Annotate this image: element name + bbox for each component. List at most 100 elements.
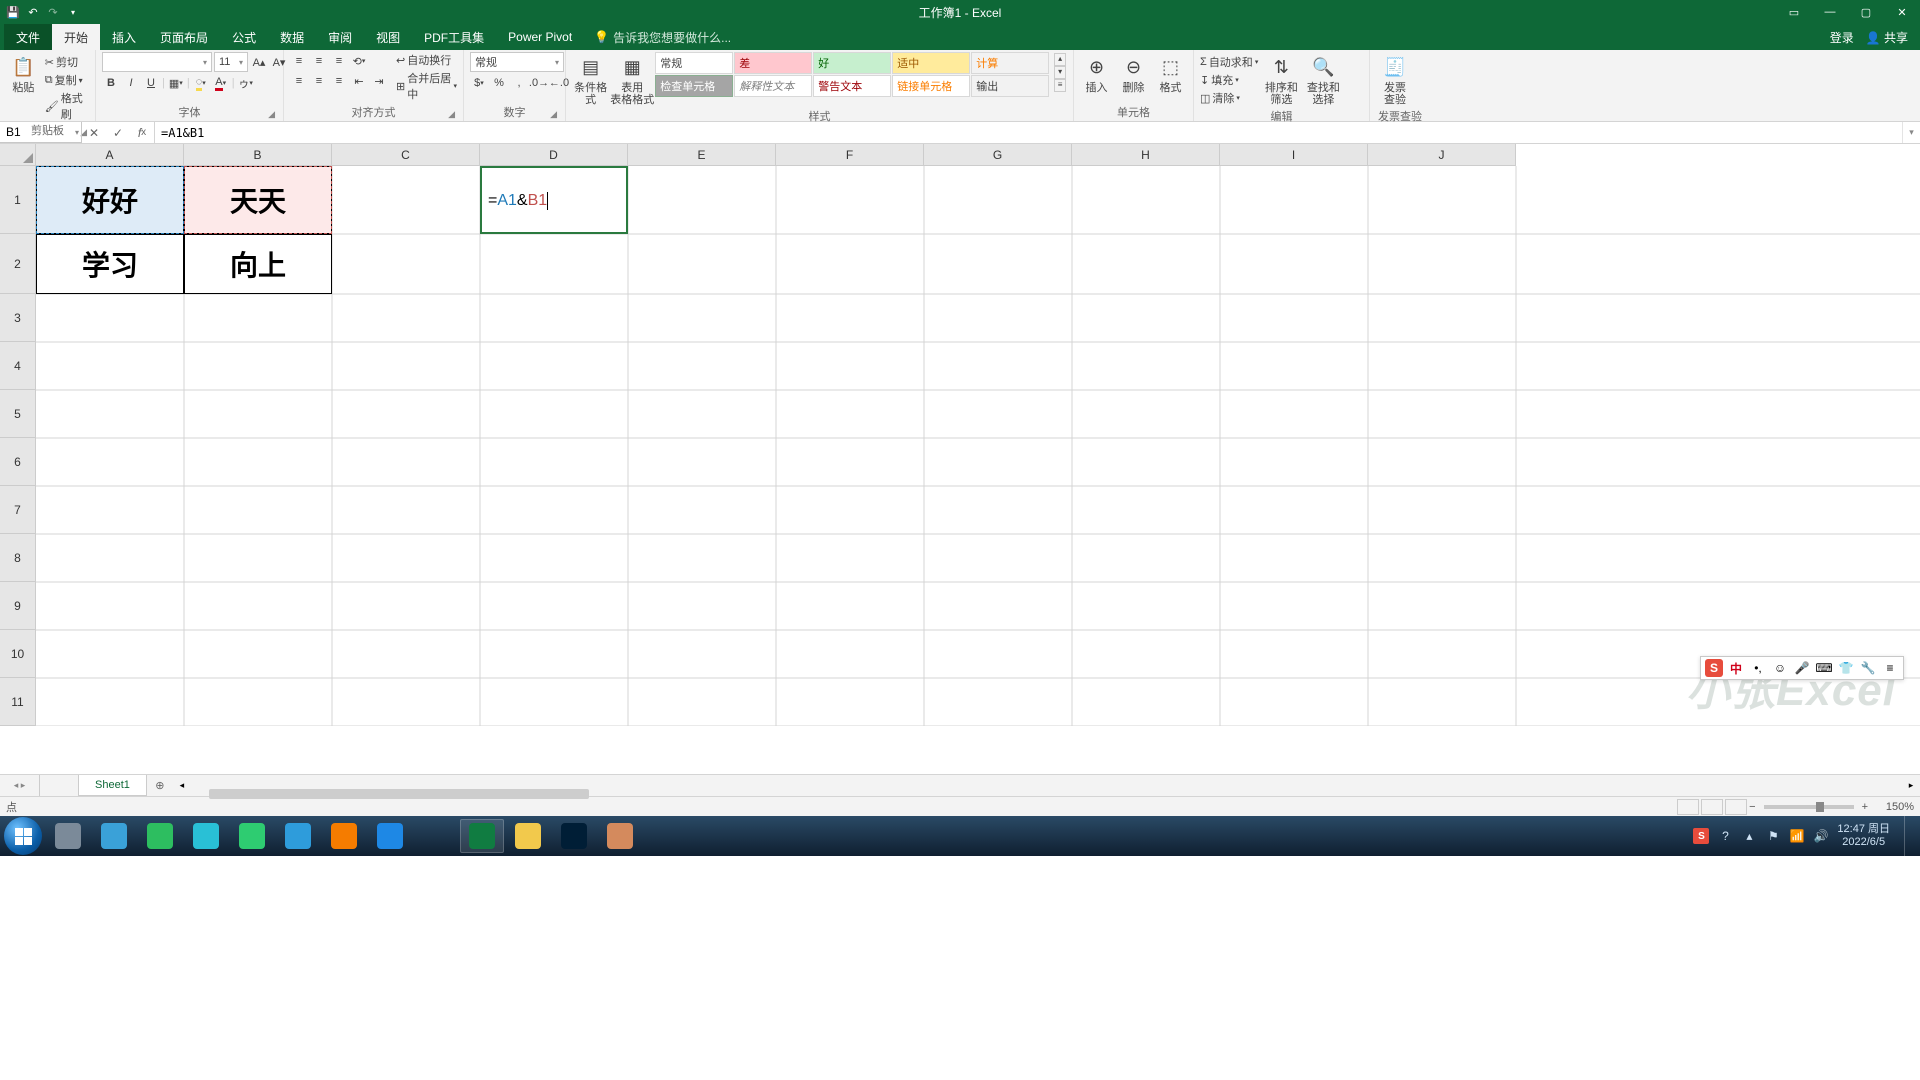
ime-keyboard-icon[interactable]: ⌨ bbox=[1815, 659, 1833, 677]
col-header-f[interactable]: F bbox=[776, 144, 924, 166]
ime-skin-icon[interactable]: 👕 bbox=[1837, 659, 1855, 677]
cells-canvas[interactable]: 好好 天天 学习 向上 =A1&B1 小张Excel S 中 •, bbox=[36, 166, 1920, 726]
task-item-photoshop[interactable] bbox=[552, 819, 596, 853]
row-header-7[interactable]: 7 bbox=[0, 486, 36, 534]
expand-formula-bar[interactable]: ▾ bbox=[1902, 122, 1920, 143]
minimize-btn[interactable]: — bbox=[1812, 0, 1848, 24]
copy-button[interactable]: ⧉复制▾ bbox=[45, 72, 89, 88]
style-check[interactable]: 检查单元格 bbox=[655, 75, 733, 97]
tray-clock[interactable]: 12:47 周日 2022/6/5 bbox=[1837, 823, 1896, 849]
conditional-formatting-button[interactable]: ▤条件格式 bbox=[572, 52, 609, 108]
grow-font-button[interactable]: A▴ bbox=[250, 53, 268, 71]
col-header-b[interactable]: B bbox=[184, 144, 332, 166]
cut-button[interactable]: ✂剪切 bbox=[45, 54, 89, 70]
align-right-button[interactable]: ≡ bbox=[330, 72, 348, 90]
orientation-button[interactable]: ⟲▾ bbox=[350, 52, 368, 70]
align-middle-button[interactable]: ≡ bbox=[310, 52, 328, 70]
qat-custom-icon[interactable]: ▾ bbox=[66, 5, 80, 19]
style-explain[interactable]: 解释性文本 bbox=[734, 75, 812, 97]
tab-home[interactable]: 开始 bbox=[52, 24, 100, 50]
col-header-i[interactable]: I bbox=[1220, 144, 1368, 166]
style-neutral[interactable]: 适中 bbox=[892, 52, 970, 74]
tray-flag-icon[interactable]: ⚑ bbox=[1765, 828, 1781, 844]
font-size-combo[interactable]: 11▾ bbox=[214, 52, 248, 72]
currency-button[interactable]: $▾ bbox=[470, 74, 488, 92]
tab-insert[interactable]: 插入 bbox=[100, 24, 148, 50]
tab-file[interactable]: 文件 bbox=[4, 24, 52, 50]
task-item-app-9[interactable] bbox=[414, 819, 458, 853]
style-warning[interactable]: 警告文本 bbox=[813, 75, 891, 97]
launcher-icon[interactable]: ◢ bbox=[268, 109, 275, 120]
cell-a2[interactable]: 学习 bbox=[36, 234, 184, 294]
inc-decimal-button[interactable]: .0→ bbox=[530, 74, 548, 92]
row-header-1[interactable]: 1 bbox=[0, 166, 36, 234]
row-header-5[interactable]: 5 bbox=[0, 390, 36, 438]
gallery-scroll[interactable]: ▴▾≡ bbox=[1053, 52, 1067, 93]
row-header-8[interactable]: 8 bbox=[0, 534, 36, 582]
zoom-out-button[interactable]: − bbox=[1749, 801, 1755, 813]
ime-more-icon[interactable]: ≡ bbox=[1881, 659, 1899, 677]
task-item-wechat[interactable] bbox=[138, 819, 182, 853]
tab-view[interactable]: 视图 bbox=[364, 24, 412, 50]
format-as-table-button[interactable]: ▦表用 表格格式 bbox=[613, 52, 651, 108]
number-format-combo[interactable]: 常规▾ bbox=[470, 52, 564, 72]
sheet-tab-1[interactable]: Sheet1 bbox=[78, 775, 147, 796]
format-painter-button[interactable]: 🖌格式刷 bbox=[45, 90, 89, 122]
tray-help-icon[interactable]: ? bbox=[1717, 828, 1733, 844]
col-header-c[interactable]: C bbox=[332, 144, 480, 166]
worksheet-grid[interactable]: A B C D E F G H I J 1 2 3 4 5 6 7 8 9 10… bbox=[0, 144, 1920, 774]
font-color-button[interactable]: A▾ bbox=[212, 74, 230, 92]
zoom-slider[interactable] bbox=[1764, 805, 1854, 809]
close-btn[interactable]: ✕ bbox=[1884, 0, 1920, 24]
select-all-corner[interactable] bbox=[0, 144, 36, 166]
name-box[interactable]: B1▾ bbox=[0, 122, 82, 143]
tell-me[interactable]: 💡 告诉我您想要做什么... bbox=[584, 24, 741, 50]
tab-formulas[interactable]: 公式 bbox=[220, 24, 268, 50]
col-header-h[interactable]: H bbox=[1072, 144, 1220, 166]
row-header-3[interactable]: 3 bbox=[0, 294, 36, 342]
launcher-icon[interactable]: ◢ bbox=[550, 109, 557, 120]
cell-styles-gallery[interactable]: 常规 差 好 适中 计算 检查单元格 解释性文本 警告文本 链接单元格 输出 bbox=[655, 52, 1049, 97]
cell-b1[interactable]: 天天 bbox=[184, 166, 332, 234]
task-item-app-4[interactable] bbox=[184, 819, 228, 853]
percent-button[interactable]: % bbox=[490, 74, 508, 92]
underline-button[interactable]: U bbox=[142, 74, 160, 92]
style-linked[interactable]: 链接单元格 bbox=[892, 75, 970, 97]
sign-in-link[interactable]: 登录 bbox=[1830, 29, 1854, 46]
ime-tool-icon[interactable]: 🔧 bbox=[1859, 659, 1877, 677]
task-item-explorer[interactable] bbox=[506, 819, 550, 853]
indent-inc-button[interactable]: ⇥ bbox=[370, 72, 388, 90]
tray-sogou-icon[interactable]: S bbox=[1693, 828, 1709, 844]
task-item-firefox[interactable] bbox=[322, 819, 366, 853]
tab-review[interactable]: 审阅 bbox=[316, 24, 364, 50]
border-button[interactable]: ▦▾ bbox=[167, 74, 185, 92]
row-header-10[interactable]: 10 bbox=[0, 630, 36, 678]
launcher-icon[interactable]: ◢ bbox=[448, 109, 455, 120]
zoom-in-button[interactable]: + bbox=[1862, 801, 1868, 813]
paste-button[interactable]: 📋 粘贴 bbox=[6, 52, 41, 96]
comma-button[interactable]: , bbox=[510, 74, 528, 92]
sogou-icon[interactable]: S bbox=[1705, 659, 1723, 677]
sheet-nav[interactable]: ◂ ▸ bbox=[0, 775, 40, 796]
view-normal-button[interactable] bbox=[1677, 799, 1699, 815]
format-cells-button[interactable]: ⬚格式 bbox=[1154, 52, 1187, 96]
row-header-11[interactable]: 11 bbox=[0, 678, 36, 726]
delete-cells-button[interactable]: ⊖删除 bbox=[1117, 52, 1150, 96]
col-header-a[interactable]: A bbox=[36, 144, 184, 166]
row-header-9[interactable]: 9 bbox=[0, 582, 36, 630]
tab-data[interactable]: 数据 bbox=[268, 24, 316, 50]
ribbon-display-btn[interactable]: ▭ bbox=[1776, 0, 1812, 24]
fill-button[interactable]: ↧填充▾ bbox=[1200, 72, 1258, 88]
font-name-combo[interactable]: ▾ bbox=[102, 52, 212, 72]
view-pagelayout-button[interactable] bbox=[1701, 799, 1723, 815]
tray-up-icon[interactable]: ▴ bbox=[1741, 828, 1757, 844]
style-good[interactable]: 好 bbox=[813, 52, 891, 74]
ime-punct-icon[interactable]: •, bbox=[1749, 659, 1767, 677]
task-item-browser-ie[interactable] bbox=[276, 819, 320, 853]
task-item-excel[interactable] bbox=[460, 819, 504, 853]
merge-center-button[interactable]: ⊞合并后居中▾ bbox=[396, 70, 457, 102]
col-header-j[interactable]: J bbox=[1368, 144, 1516, 166]
maximize-btn[interactable]: ▢ bbox=[1848, 0, 1884, 24]
indent-dec-button[interactable]: ⇤ bbox=[350, 72, 368, 90]
task-item-edge[interactable] bbox=[368, 819, 412, 853]
